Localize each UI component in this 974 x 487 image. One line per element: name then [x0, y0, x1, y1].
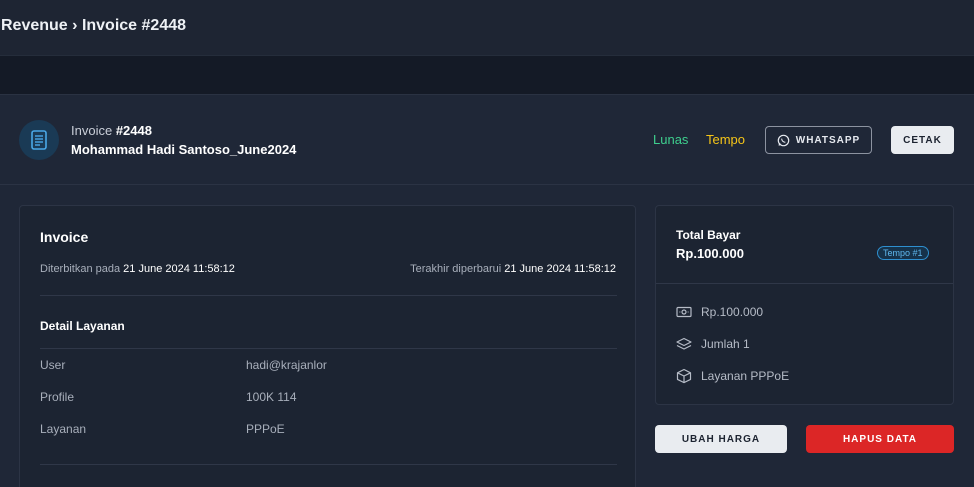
box-icon — [676, 368, 692, 384]
invoice-page-card: Invoice #2448 Mohammad Hadi Santoso_June… — [0, 94, 974, 487]
invoice-detail-card: Invoice Diterbitkan pada 21 June 2024 11… — [19, 205, 636, 487]
invoice-number: #2448 — [115, 123, 152, 138]
summary-service-text: Layanan PPPoE — [701, 369, 790, 383]
service-detail-heading: Detail Layanan — [40, 319, 125, 333]
summary-item-quantity: Jumlah 1 — [676, 335, 750, 353]
summary-item-price: Rp.100.000 — [676, 303, 763, 321]
invoice-number-title: Invoice #2448 — [71, 123, 152, 138]
whatsapp-icon — [777, 134, 790, 146]
whatsapp-button[interactable]: WHATSAPP — [765, 126, 872, 154]
header-band — [0, 56, 974, 94]
status-tempo[interactable]: Tempo — [706, 132, 745, 147]
invoice-header: Invoice #2448 Mohammad Hadi Santoso_June… — [0, 95, 974, 185]
invoice-card-title: Invoice — [40, 229, 89, 245]
detail-key: User — [40, 358, 66, 372]
customer-name: Mohammad Hadi Santoso_June2024 — [71, 142, 297, 157]
total-amount: Rp.100.000 — [676, 246, 744, 261]
updated-date: Terakhir diperbarui 21 June 2024 11:58:1… — [410, 263, 616, 275]
total-label: Total Bayar — [676, 228, 741, 242]
detail-key: Profile — [40, 390, 75, 404]
delete-data-button[interactable]: HAPUS DATA — [806, 425, 954, 453]
cash-icon — [676, 306, 692, 318]
breadcrumb-separator: › — [72, 17, 78, 34]
summary-quantity-text: Jumlah 1 — [701, 337, 750, 351]
layers-icon — [676, 337, 692, 350]
issued-value: 21 June 2024 11:58:12 — [123, 263, 235, 275]
divider — [40, 348, 617, 349]
divider — [40, 464, 617, 465]
issued-label: Diterbitkan pada — [40, 263, 124, 275]
detail-key: Layanan — [40, 422, 87, 436]
summary-price-text: Rp.100.000 — [701, 305, 764, 319]
whatsapp-label: WHATSAPP — [795, 134, 861, 146]
detail-row-profile: Profile 100K 114 — [40, 390, 617, 410]
detail-row-user: User hadi@krajanlor — [40, 358, 617, 378]
top-bar: Revenue › Invoice #2448 — [0, 0, 974, 56]
print-button[interactable]: CETAK — [891, 126, 954, 154]
breadcrumb-revenue[interactable]: Revenue — [1, 17, 68, 34]
invoice-prefix: Invoice — [71, 123, 116, 138]
tempo-badge: Tempo #1 — [877, 246, 929, 260]
detail-value: hadi@krajanlor — [246, 358, 327, 372]
divider — [40, 295, 617, 296]
document-icon — [19, 120, 59, 160]
divider — [656, 283, 953, 284]
edit-price-button[interactable]: UBAH HARGA — [655, 425, 787, 453]
detail-value: 100K 114 — [246, 390, 297, 404]
issued-date: Diterbitkan pada 21 June 2024 11:58:12 — [40, 263, 235, 275]
detail-row-layanan: Layanan PPPoE — [40, 422, 617, 442]
updated-value: 21 June 2024 11:58:12 — [504, 263, 616, 275]
detail-value: PPPoE — [246, 422, 285, 436]
status-lunas[interactable]: Lunas — [653, 132, 688, 147]
breadcrumb-current: Invoice #2448 — [81, 17, 187, 34]
updated-label: Terakhir diperbarui — [410, 263, 505, 275]
payment-summary-card: Total Bayar Rp.100.000 Tempo #1 Rp.100.0… — [655, 205, 954, 405]
breadcrumb: Revenue › Invoice #2448 — [1, 17, 186, 35]
summary-item-service: Layanan PPPoE — [676, 367, 789, 385]
